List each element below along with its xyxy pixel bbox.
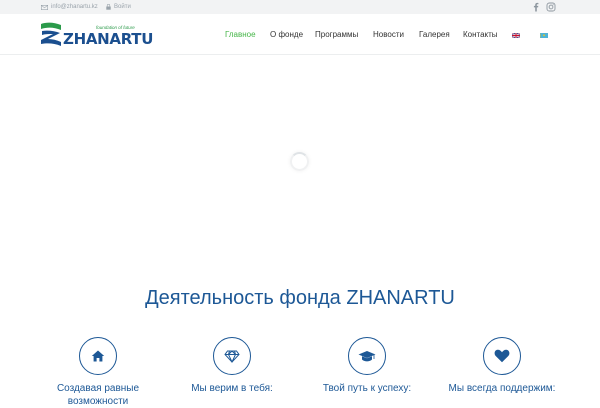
top-bar: info@zhanartu.kz Войти — [0, 0, 600, 14]
graduation-cap-icon — [358, 350, 376, 363]
logo-mark-icon — [40, 22, 62, 47]
feature-icon-circle — [213, 337, 251, 375]
home-icon — [91, 350, 105, 362]
nav-item-news[interactable]: Новости — [373, 30, 404, 39]
feature-icon-circle — [483, 337, 521, 375]
topbar-email-text: info@zhanartu.kz — [51, 4, 98, 10]
nav-item-home[interactable]: Главное — [225, 30, 256, 39]
feature-icon-circle — [79, 337, 117, 375]
facebook-icon[interactable] — [531, 2, 541, 12]
nav-item-about[interactable]: О фонде — [270, 30, 303, 39]
feature-label: Мы всегда поддержим: — [432, 382, 572, 395]
feature-label: Создавая равные возможности — [28, 382, 168, 408]
logo-wordmark: ZHANARTU — [63, 30, 153, 48]
kazakhstan-flag-icon[interactable] — [540, 33, 548, 38]
topbar-login[interactable]: Войти — [106, 4, 131, 10]
nav-item-programs[interactable]: Программы — [315, 30, 358, 39]
feature-label: Твой путь к успеху: — [297, 382, 437, 395]
nav-item-contacts[interactable]: Контакты — [463, 30, 498, 39]
site-logo[interactable]: foundation of future ZHANARTU — [40, 22, 140, 50]
topbar-email[interactable]: info@zhanartu.kz — [41, 4, 98, 10]
loading-spinner — [290, 152, 309, 171]
site-header: foundation of future ZHANARTU Главное О … — [0, 14, 600, 55]
topbar-login-text: Войти — [114, 4, 131, 10]
uk-flag-icon[interactable] — [512, 33, 520, 38]
diamond-icon — [224, 350, 240, 363]
instagram-icon[interactable] — [546, 2, 556, 12]
lock-icon — [106, 4, 111, 10]
feature-label: Мы верим в тебя: — [162, 382, 302, 395]
feature-icon-circle — [348, 337, 386, 375]
nav-item-gallery[interactable]: Галерея — [419, 30, 450, 39]
heart-icon — [494, 349, 510, 363]
envelope-icon — [41, 5, 48, 10]
section-title: Деятельность фонда ZHANARTU — [0, 287, 600, 310]
